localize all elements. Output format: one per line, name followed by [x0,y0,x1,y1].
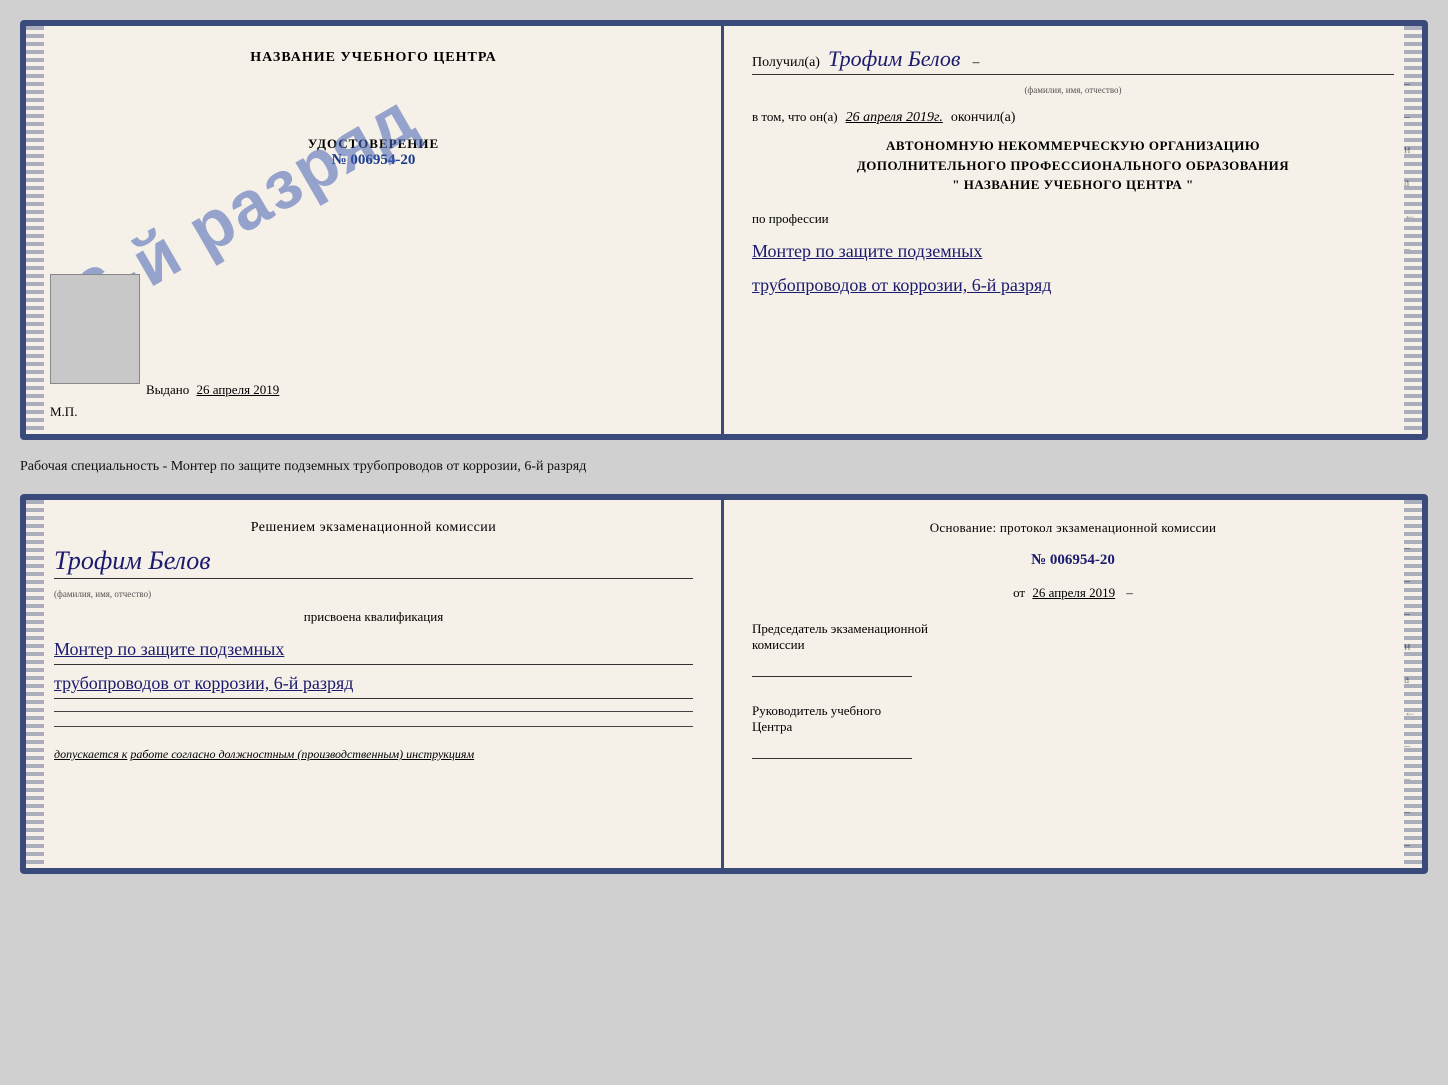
dopuskaetsya-text: работе согласно должностным (производств… [130,747,474,761]
certificate-top: НАЗВАНИЕ УЧЕБНОГО ЦЕНТРА 6-й разряд УДОС… [20,20,1428,440]
protocol-dash: – [1126,585,1133,600]
udostoverenie-block: УДОСТОВЕРЕНИЕ № 006954-20 [308,136,439,169]
prisvoena-line: присвоена квалификация [54,609,693,625]
poluchil-row: Получил(а) Трофим Белов – [752,46,1394,75]
cert-bottom-right: Основание: протокол экзаменационной коми… [724,500,1422,868]
vydano-prefix: Выдано [146,382,189,397]
org-line1: АВТОНОМНУЮ НЕКОММЕРЧЕСКУЮ ОРГАНИЗАЦИЮ [752,136,1394,156]
dopuskaetsya-prefix: допускается к [54,747,127,761]
okончил-suffix: окончил(а) [951,110,1016,126]
osnov-block: Основание: протокол экзаменационной коми… [752,520,1394,536]
mp-label: М.П. [50,404,77,420]
vtom-prefix: в том, что он(а) [752,109,838,125]
profession-line1-top: Монтер по защите подземных [752,237,1394,266]
predsedatel-block: Председатель экзаменационной комиссии [752,621,1394,683]
side-marks-top: – – и а ← – [1404,76,1416,256]
org-line2: ДОПОЛНИТЕЛЬНОГО ПРОФЕССИОНАЛЬНОГО ОБРАЗО… [752,156,1394,176]
dopuskaetsya-line: допускается к работе согласно должностны… [54,747,693,762]
profession-lines-bottom: Монтер по защите подземных трубопроводов… [54,635,693,699]
cert-bottom-left: Решением экзаменационной комиссии Трофим… [26,500,724,868]
name-block-bottom: Трофим Белов [54,546,693,579]
protocol-date-prefix: от [1013,585,1025,600]
name-caption-bottom: (фамилия, имя, отчество) [54,589,693,599]
cert-right: Получил(а) Трофим Белов – (фамилия, имя,… [724,26,1422,434]
rukovoditel-signature-line [752,741,912,759]
profession-line2-bottom: трубопроводов от коррозии, 6-й разряд [54,669,693,699]
cert-title: НАЗВАНИЕ УЧЕБНОГО ЦЕНТРА [250,50,496,66]
cert-left: НАЗВАНИЕ УЧЕБНОГО ЦЕНТРА 6-й разряд УДОС… [26,26,724,434]
poluchil-dash: – [972,55,979,71]
recipient-caption-top: (фамилия, имя, отчество) [752,85,1394,95]
side-marks-bottom: – – – и а ← – – – – [1404,540,1416,852]
po-professii-label: по профессии [752,211,1394,227]
org-line3: " НАЗВАНИЕ УЧЕБНОГО ЦЕНТРА " [752,175,1394,195]
poluchil-label: Получил(а) [752,55,820,71]
predsedatel-signature-line [752,659,912,677]
rukovoditel-line2: Центра [752,719,1394,735]
middle-text: Рабочая специальность - Монтер по защите… [20,452,1428,482]
recipient-name-top: Трофим Белов [828,46,960,72]
protocol-date-value: 26 апреля 2019 [1032,585,1115,600]
vydano-date: 26 апреля 2019 [197,382,280,397]
bottom-left-title: Решением экзаменационной комиссии [54,520,693,536]
profession-line2-top: трубопроводов от коррозии, 6-й разряд [752,271,1394,300]
photo-placeholder [50,274,140,384]
page-wrapper: НАЗВАНИЕ УЧЕБНОГО ЦЕНТРА 6-й разряд УДОС… [20,20,1428,874]
separator1 [54,711,693,712]
certificate-bottom: Решением экзаменационной комиссии Трофим… [20,494,1428,874]
udostoverenie-number: № 006954-20 [308,152,439,169]
org-block-top: АВТОНОМНУЮ НЕКОММЕРЧЕСКУЮ ОРГАНИЗАЦИЮ ДО… [752,136,1394,195]
protocol-date: от 26 апреля 2019 – [752,585,1394,601]
rukovoditel-line1: Руководитель учебного [752,703,1394,719]
completion-date-top: 26 апреля 2019г. [846,110,943,126]
rukovoditel-block: Руководитель учебного Центра [752,703,1394,765]
predsedatel-line1: Председатель экзаменационной [752,621,1394,637]
profession-line1-bottom: Монтер по защите подземных [54,635,693,665]
vydano-line: Выдано 26 апреля 2019 [146,382,279,398]
separator2 [54,726,693,727]
udostoverenie-label: УДОСТОВЕРЕНИЕ [308,136,439,152]
predsedatel-line2: комиссии [752,637,1394,653]
name-handwritten-bottom: Трофим Белов [54,546,211,576]
vtom-row: в том, что он(а) 26 апреля 2019г. окончи… [752,109,1394,126]
protocol-number: № 006954-20 [752,552,1394,569]
